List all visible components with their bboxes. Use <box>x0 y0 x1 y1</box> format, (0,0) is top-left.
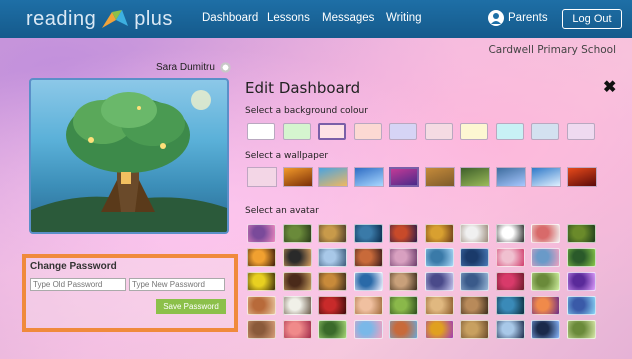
avatar-thumbnail[interactable] <box>247 272 276 291</box>
avatar-thumbnail[interactable] <box>424 224 454 243</box>
nav-writing[interactable]: Writing <box>386 12 422 24</box>
top-nav-bar: reading plus Dashboard Lessons Messages … <box>0 0 632 38</box>
avatar-thumbnail[interactable] <box>318 296 347 315</box>
avatar-thumbnail[interactable] <box>566 224 596 243</box>
wallpaper-thumbnail[interactable] <box>495 167 526 187</box>
wallpaper-thumbnail[interactable] <box>282 167 313 187</box>
background-colour-swatch[interactable] <box>566 123 595 140</box>
current-avatar-image <box>29 78 229 234</box>
avatar-thumbnail[interactable] <box>460 224 489 243</box>
avatar-thumbnail[interactable] <box>318 224 347 243</box>
background-colour-label: Select a background colour <box>245 106 368 116</box>
student-name: Sara Dumitru <box>156 62 215 73</box>
avatar-thumbnail[interactable] <box>566 272 596 291</box>
avatar-thumbnail[interactable] <box>389 296 418 315</box>
new-password-input[interactable] <box>129 278 225 291</box>
close-icon[interactable]: ✖ <box>603 77 616 97</box>
avatar-thumbnail[interactable] <box>531 272 560 291</box>
avatar-thumbnail[interactable] <box>460 272 489 291</box>
wallpaper-thumbnail[interactable] <box>247 167 277 187</box>
avatar-thumbnail[interactable] <box>247 224 276 243</box>
wallpaper-thumbnail[interactable] <box>318 167 348 187</box>
wallpaper-thumbnail[interactable] <box>531 167 561 187</box>
background-colour-swatch[interactable] <box>389 123 417 140</box>
student-name-row: Sara Dumitru <box>156 61 232 74</box>
avatar-thumbnail[interactable] <box>424 248 454 267</box>
avatar-thumbnail[interactable] <box>353 296 383 315</box>
edit-dashboard-title: Edit Dashboard <box>245 79 361 97</box>
background-colour-swatch[interactable] <box>424 123 453 140</box>
parents-user-icon <box>488 10 504 26</box>
wallpaper-thumbnail[interactable] <box>566 167 597 187</box>
avatar-thumbnail[interactable] <box>282 272 312 291</box>
avatar-thumbnail[interactable] <box>282 320 312 339</box>
logo-text-reading: reading <box>26 7 97 30</box>
avatar-thumbnail[interactable] <box>282 296 312 315</box>
avatar-thumbnail[interactable] <box>531 248 560 267</box>
avatar-thumbnail[interactable] <box>424 320 454 339</box>
background-colour-swatch[interactable] <box>353 123 382 140</box>
avatar-thumbnail[interactable] <box>495 224 525 243</box>
avatar-thumbnail[interactable] <box>353 248 383 267</box>
save-password-button[interactable]: Save Password <box>156 299 226 314</box>
avatar-thumbnail[interactable] <box>389 248 418 267</box>
wallpaper-label: Select a wallpaper <box>245 151 329 161</box>
background-colour-swatch[interactable] <box>247 123 275 140</box>
background-colour-swatch[interactable] <box>460 123 488 140</box>
logo-mark-icon <box>100 8 130 30</box>
gear-icon[interactable] <box>218 61 232 74</box>
avatar-thumbnail[interactable] <box>353 320 383 339</box>
avatar-thumbnail[interactable] <box>247 248 276 267</box>
avatar-thumbnail[interactable] <box>495 320 525 339</box>
wallpaper-thumbnail[interactable] <box>353 167 384 187</box>
logo-text-plus: plus <box>134 7 173 30</box>
parents-link[interactable]: Parents <box>488 10 548 26</box>
avatar-thumbnail[interactable] <box>460 248 489 267</box>
avatar-thumbnail[interactable] <box>282 224 312 243</box>
background-colour-swatch[interactable] <box>495 123 524 140</box>
avatar-thumbnail[interactable] <box>318 272 347 291</box>
avatar-thumbnail[interactable] <box>495 296 525 315</box>
wallpaper-thumbnail[interactable] <box>389 167 419 187</box>
avatar-thumbnail[interactable] <box>353 224 383 243</box>
old-password-input[interactable] <box>30 278 126 291</box>
avatar-thumbnail[interactable] <box>566 320 596 339</box>
avatar-thumbnail[interactable] <box>247 296 276 315</box>
avatar-thumbnail[interactable] <box>531 224 560 243</box>
logout-button[interactable]: Log Out <box>562 9 622 29</box>
avatar-thumbnail[interactable] <box>531 320 560 339</box>
avatar-thumbnail[interactable] <box>247 320 276 339</box>
avatar-thumbnail[interactable] <box>353 272 383 291</box>
nav-messages[interactable]: Messages <box>322 12 374 24</box>
school-name: Cardwell Primary School <box>488 44 616 56</box>
avatar-thumbnail[interactable] <box>318 248 347 267</box>
avatar-thumbnail[interactable] <box>495 248 525 267</box>
avatar-thumbnail[interactable] <box>389 320 418 339</box>
avatar-thumbnail[interactable] <box>389 272 418 291</box>
nav-dashboard[interactable]: Dashboard <box>202 12 258 24</box>
reading-plus-logo[interactable]: reading plus <box>26 7 173 31</box>
avatar-thumbnail[interactable] <box>566 248 596 267</box>
avatar-label: Select an avatar <box>245 206 319 216</box>
wallpaper-thumbnail[interactable] <box>424 167 455 187</box>
nav-lessons[interactable]: Lessons <box>267 12 310 24</box>
wallpaper-thumbnail[interactable] <box>460 167 490 187</box>
avatar-thumbnail[interactable] <box>460 320 489 339</box>
avatar-thumbnail[interactable] <box>460 296 489 315</box>
parents-label: Parents <box>508 12 548 24</box>
avatar-thumbnail[interactable] <box>531 296 560 315</box>
avatar-thumbnail[interactable] <box>495 272 525 291</box>
change-password-title: Change Password <box>30 261 117 272</box>
background-colour-swatch[interactable] <box>282 123 311 140</box>
background-colour-swatch[interactable] <box>531 123 559 140</box>
avatar-thumbnail[interactable] <box>424 272 454 291</box>
avatar-thumbnail[interactable] <box>389 224 418 243</box>
avatar-thumbnail[interactable] <box>424 296 454 315</box>
avatar-thumbnail[interactable] <box>282 248 312 267</box>
background-colour-swatch[interactable] <box>318 123 346 140</box>
avatar-thumbnail[interactable] <box>566 296 596 315</box>
avatar-thumbnail[interactable] <box>318 320 347 339</box>
